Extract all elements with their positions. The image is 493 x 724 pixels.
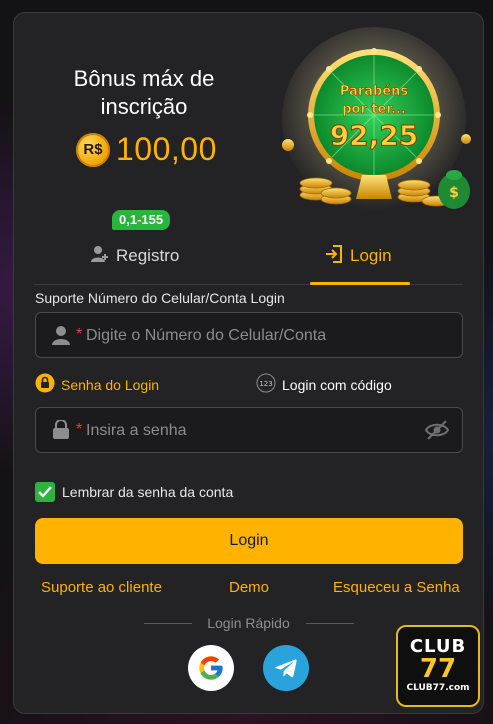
active-tab-indicator: [310, 282, 410, 285]
account-field-label: Suporte Número do Celular/Conta Login: [35, 290, 285, 306]
remember-password[interactable]: Lembrar da senha da conta: [35, 482, 233, 502]
account-input[interactable]: [84, 313, 418, 359]
eye-hidden-icon[interactable]: [424, 419, 450, 446]
prize-wheel-illustration: Parabéns por ter... 92,25 $: [276, 27, 476, 213]
remember-checkbox[interactable]: [35, 482, 55, 502]
required-mark: *: [76, 326, 83, 343]
google-login-button[interactable]: [188, 645, 234, 691]
bonus-amount: R$ 100,00: [76, 131, 217, 168]
wheel-line-1: Parabéns: [340, 84, 409, 99]
code-123-icon: 123: [256, 373, 276, 396]
login-door-icon: [324, 244, 344, 269]
lock-icon: [52, 419, 70, 445]
login-mode-code-label: Login com código: [282, 376, 392, 393]
svg-text:$: $: [449, 185, 459, 201]
google-icon: [199, 656, 223, 680]
tab-register-label: Registro: [116, 246, 180, 265]
remember-label: Lembrar da senha da conta: [62, 484, 234, 500]
divider-right: [306, 623, 354, 624]
login-mode-password[interactable]: Senha do Login: [35, 373, 159, 396]
auth-tabs: Registro Login: [34, 228, 463, 285]
login-modal: Bônus máx de inscrição R$ 100,00 Parabén…: [13, 12, 484, 714]
check-icon: [38, 486, 52, 498]
required-mark: *: [76, 421, 83, 438]
logo-line-3: CLUB77.com: [406, 683, 470, 693]
club77-logo: CLUB 77 CLUB77.com: [396, 625, 480, 707]
register-bonus-badge: 0,1-155: [112, 210, 171, 230]
lock-badge-icon: [35, 373, 55, 396]
wheel-value: 92,25: [330, 119, 419, 152]
telegram-login-button[interactable]: [263, 645, 309, 691]
forgot-password-link[interactable]: Esqueceu a Senha: [333, 579, 460, 596]
tab-register[interactable]: Registro: [90, 228, 179, 284]
telegram-icon: [275, 659, 297, 678]
logo-line-2: 77: [419, 654, 457, 684]
svg-text:123: 123: [259, 380, 272, 388]
tab-login-label: Login: [350, 246, 392, 265]
login-mode-code[interactable]: 123 Login com código: [256, 373, 392, 396]
support-link[interactable]: Suporte ao cliente: [41, 579, 162, 596]
login-button[interactable]: Login: [35, 518, 463, 564]
add-user-icon: [90, 244, 110, 269]
user-icon: [50, 324, 72, 351]
tab-login[interactable]: Login: [324, 228, 392, 284]
demo-link[interactable]: Demo: [229, 579, 269, 596]
password-input[interactable]: [84, 408, 418, 454]
login-mode-password-label: Senha do Login: [61, 376, 160, 393]
wheel-line-2: por ter...: [342, 102, 406, 117]
bonus-banner: Bônus máx de inscrição R$ 100,00 Parabén…: [14, 13, 483, 213]
bonus-title: Bônus máx de inscrição: [73, 66, 215, 119]
password-field[interactable]: *: [35, 407, 463, 454]
currency-coin-icon: R$: [76, 132, 110, 167]
account-field[interactable]: *: [35, 312, 463, 359]
bonus-amount-value: 100,00: [116, 131, 217, 167]
